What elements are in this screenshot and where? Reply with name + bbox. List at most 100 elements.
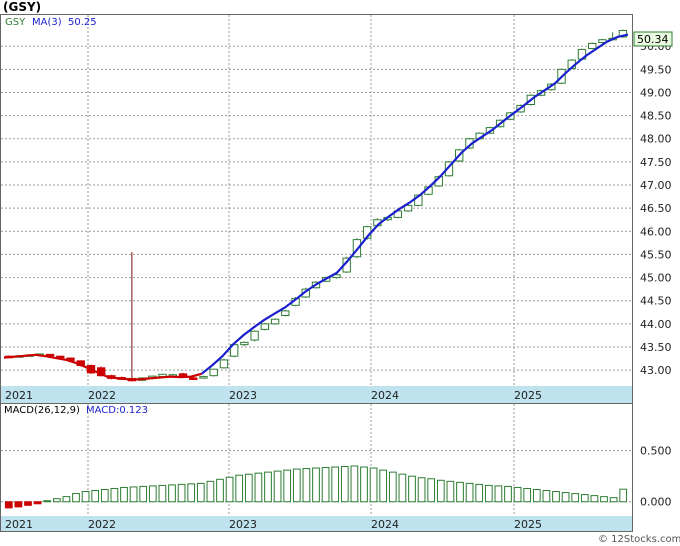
macd-bar-positive	[52, 498, 61, 503]
macd-bar-positive	[264, 471, 272, 503]
macd-bar-positive	[436, 479, 445, 503]
y-tick-label: 45.00	[640, 272, 672, 285]
macd-bar-positive	[379, 469, 388, 503]
macd-bar-positive	[542, 490, 551, 503]
x-axis-year-label: 2023	[229, 389, 257, 402]
macd-bar-positive	[273, 470, 282, 503]
macd-bar-positive	[120, 486, 128, 503]
macd-legend-label: MACD(26,12,9)	[4, 405, 80, 416]
macd-x-axis-year-label: 2021	[5, 518, 33, 531]
macd-bar-positive	[331, 466, 340, 503]
macd-bar-positive	[609, 497, 618, 503]
macd-bar-positive	[494, 485, 503, 503]
macd-bar-positive	[312, 467, 320, 503]
y-tick-label: 48.50	[640, 110, 672, 123]
y-tick-label: 47.50	[640, 156, 672, 169]
y-tick-label: 46.00	[640, 225, 672, 238]
macd-bar-positive	[465, 482, 474, 503]
y-tick-label: 47.00	[640, 179, 672, 192]
y-tick-label: 49.50	[640, 63, 672, 76]
macd-bar-positive	[600, 496, 608, 503]
macd-bar-positive	[235, 474, 244, 503]
x-axis-year-label: 2024	[371, 389, 399, 402]
macd-bar-positive	[369, 467, 378, 503]
candle-up	[199, 376, 208, 379]
macd-bar-positive	[43, 500, 52, 503]
macd-x-axis-year-label: 2022	[88, 518, 116, 531]
watermark: © 12Stocks.com	[598, 534, 680, 545]
macd-x-axis-year-label: 2025	[514, 518, 542, 531]
macd-bar-positive	[350, 465, 359, 503]
macd-bar-positive	[91, 490, 100, 503]
macd-bar-positive	[532, 488, 541, 503]
x-axis-year-label: 2025	[514, 389, 542, 402]
macd-bar-positive	[292, 468, 301, 503]
macd-x-axis-year-label: 2023	[229, 518, 257, 531]
macd-panel	[0, 403, 633, 532]
y-tick-label: 49.00	[640, 86, 672, 99]
macd-bar-positive	[388, 471, 397, 503]
price-panel	[0, 14, 633, 404]
macd-bar-positive	[523, 487, 532, 503]
macd-bar-negative	[14, 501, 23, 508]
macd-bar-positive	[484, 484, 493, 503]
macd-bar-positive	[168, 484, 176, 503]
candle-up	[209, 368, 218, 377]
macd-bar-positive	[427, 478, 436, 503]
macd-bar-negative	[24, 501, 32, 506]
macd-bar-positive	[187, 483, 196, 503]
macd-bar-positive	[81, 491, 90, 503]
macd-y-tick-label: 0.000	[640, 496, 672, 509]
macd-bar-positive	[417, 477, 426, 503]
macd-bar-positive	[129, 486, 138, 503]
macd-bar-positive	[302, 468, 311, 503]
y-tick-label: 44.00	[640, 318, 672, 331]
macd-bar-negative	[33, 501, 42, 505]
macd-bar-positive	[321, 467, 330, 503]
y-tick-label: 48.00	[640, 133, 672, 146]
candle-up	[250, 330, 259, 341]
legend-ma-label: MA(3)	[32, 17, 62, 28]
stock-chart: 50.0049.5049.0048.5048.0047.5047.0046.50…	[0, 0, 680, 545]
macd-bar-positive	[456, 481, 464, 503]
macd-bar-positive	[360, 466, 368, 503]
macd-bar-positive	[72, 493, 80, 503]
candle-up	[219, 359, 229, 369]
macd-bar-positive	[177, 483, 186, 503]
macd-bar-positive	[62, 496, 71, 503]
macd-bar-positive	[148, 485, 157, 503]
macd-bar-positive	[504, 485, 512, 503]
y-tick-label: 46.50	[640, 202, 672, 215]
macd-bar-positive	[513, 486, 522, 503]
y-tick-label: 44.50	[640, 295, 672, 308]
x-axis-year-label: 2022	[88, 389, 116, 402]
macd-bar-positive	[244, 473, 253, 503]
macd-bar-positive	[590, 495, 599, 503]
macd-bar-positive	[446, 480, 455, 503]
candle-down	[189, 377, 198, 380]
y-tick-label: 43.50	[640, 341, 672, 354]
candle-up	[260, 323, 270, 330]
candle-up	[588, 42, 597, 50]
macd-bar-positive	[206, 480, 215, 503]
chart-title: (GSY)	[3, 0, 41, 14]
macd-bar-positive	[398, 473, 407, 503]
macd-bar-positive	[561, 492, 570, 503]
macd-x-axis-year-label: 2024	[371, 518, 399, 531]
macd-bar-positive	[225, 476, 234, 503]
macd-y-tick-label: 0.500	[640, 445, 672, 458]
macd-bar-positive	[340, 466, 349, 503]
macd-bar-positive	[110, 487, 119, 503]
macd-bar-positive	[580, 494, 589, 503]
macd-bar-positive	[408, 475, 416, 503]
macd-bar-positive	[158, 484, 167, 503]
macd-bar-negative	[4, 501, 13, 509]
legend-ticker: GSY	[5, 17, 26, 28]
macd-bar-positive	[571, 493, 580, 503]
x-axis-year-label: 2021	[5, 389, 33, 402]
candle-up	[240, 341, 249, 346]
macd-bar-positive	[196, 482, 205, 503]
macd-bar-positive	[139, 485, 148, 503]
macd-bar-positive	[475, 483, 484, 503]
legend-ma-value: 50.25	[68, 17, 97, 28]
